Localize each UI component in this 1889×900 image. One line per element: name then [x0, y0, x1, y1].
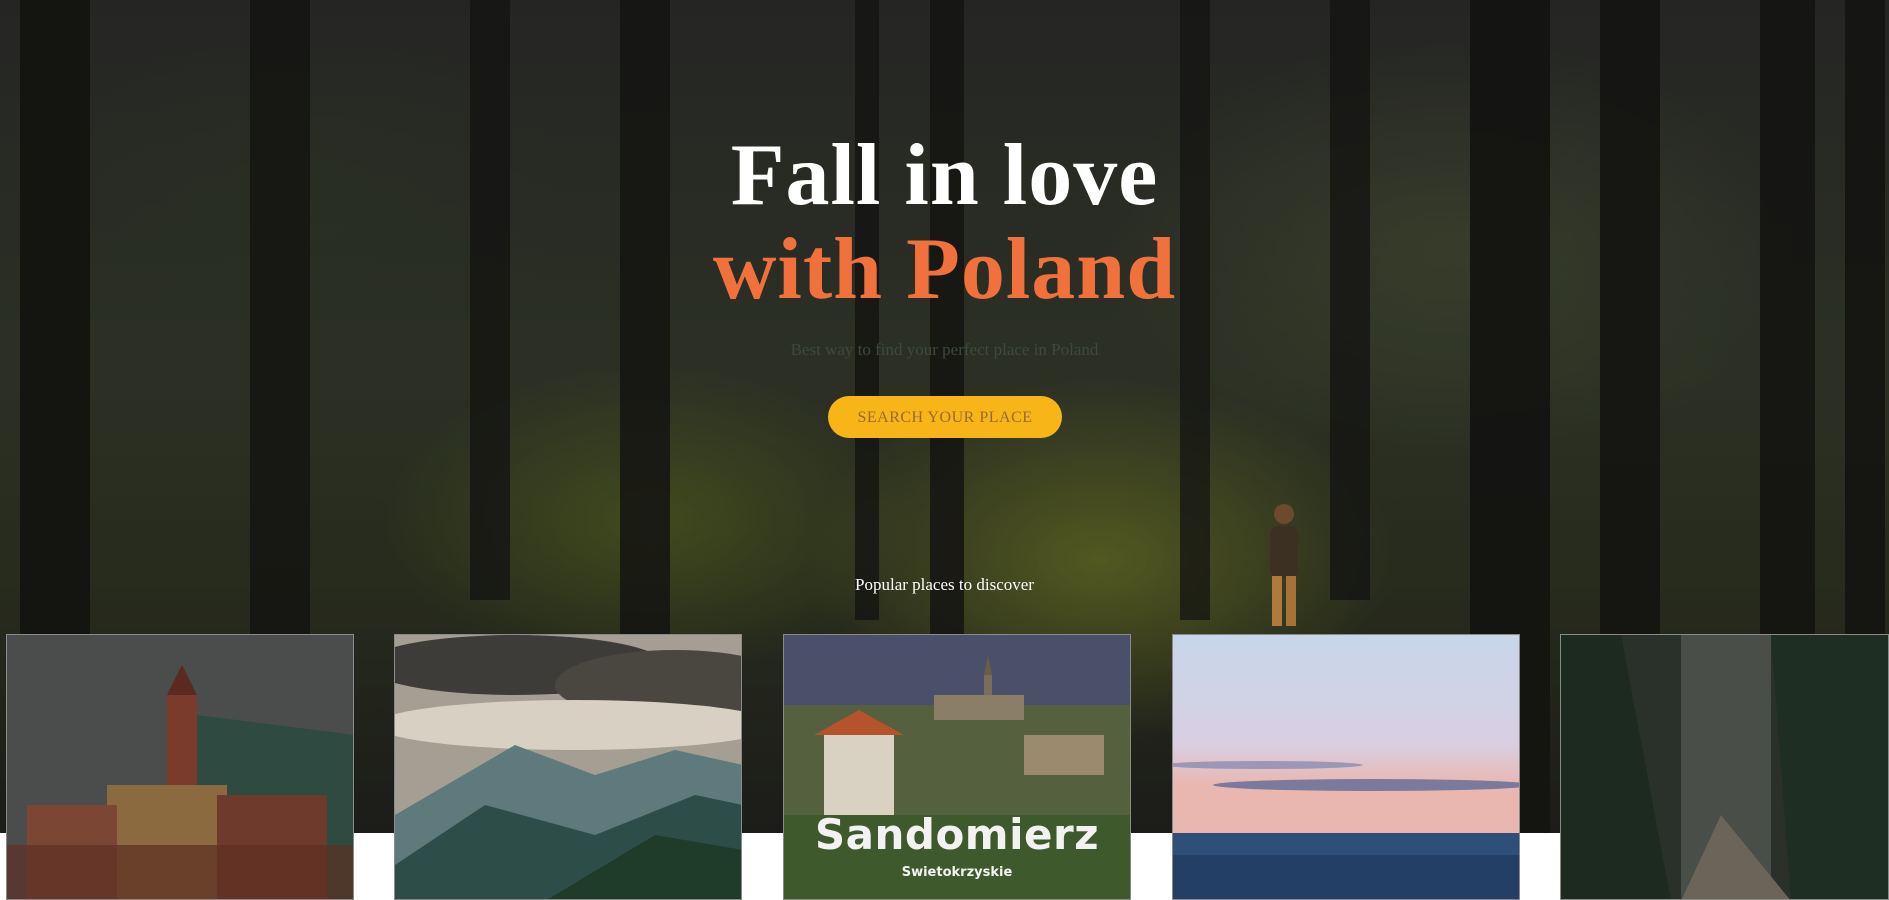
hero-title-line2: with Poland: [712, 221, 1177, 318]
place-card-title: Sandomierz: [814, 810, 1100, 859]
place-card-sea[interactable]: [1172, 634, 1520, 900]
hero-subtitle: Best way to find your perfect place in P…: [790, 340, 1099, 359]
mountains-image: [395, 635, 741, 899]
sea-image: [1173, 635, 1519, 899]
sandomierz-image: [784, 635, 1130, 899]
place-card-mountains[interactable]: [394, 634, 742, 900]
hero-title-line1: Fall in love: [730, 127, 1159, 224]
search-your-place-button[interactable]: SEARCH YOUR PLACE: [828, 396, 1062, 438]
hiker-figure: [1270, 504, 1298, 626]
popular-heading: Popular places to discover: [855, 575, 1034, 594]
old-town-image: [7, 635, 353, 899]
place-card-sandomierz[interactable]: Sandomierz Swietokrzyskie: [783, 634, 1131, 900]
place-card-region: Swietokrzyskie: [901, 865, 1013, 880]
forest-image: [1561, 635, 1888, 899]
place-card-forest[interactable]: [1560, 634, 1889, 900]
place-card-old-town[interactable]: [6, 634, 354, 900]
